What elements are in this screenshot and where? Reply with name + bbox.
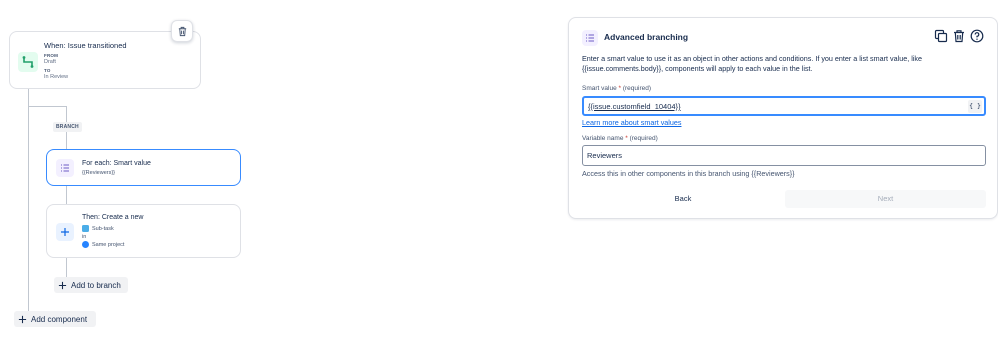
project-row: Same project bbox=[82, 241, 124, 248]
panel-title: Advanced branching bbox=[604, 32, 689, 42]
from-label: FROM bbox=[44, 53, 59, 58]
to-value: In Review bbox=[44, 74, 69, 80]
variable-name-input[interactable]: Reviewers bbox=[582, 145, 986, 166]
smart-value-label: Smart value * (required) bbox=[582, 85, 652, 92]
copy-icon bbox=[934, 29, 948, 43]
add-component-button[interactable]: Add component bbox=[14, 311, 96, 327]
connector-main bbox=[28, 89, 29, 313]
list-icon bbox=[56, 159, 74, 177]
delete-button[interactable] bbox=[952, 29, 966, 43]
help-button[interactable] bbox=[970, 29, 984, 43]
add-to-branch-label: Add to branch bbox=[71, 280, 121, 290]
required-text: (required) bbox=[622, 85, 652, 92]
connector-branch-h bbox=[28, 106, 66, 107]
plus-icon bbox=[56, 223, 74, 241]
panel-description: Enter a smart value to use it as an obje… bbox=[582, 54, 922, 73]
advanced-branching-panel: Advanced branching Enter a smart value t… bbox=[568, 17, 998, 219]
action-title: Then: Create a new bbox=[82, 214, 144, 221]
from-value: Draft bbox=[44, 59, 56, 65]
issue-type: Sub-task bbox=[92, 225, 114, 232]
next-button[interactable]: Next bbox=[785, 190, 986, 208]
required-text: (required) bbox=[629, 135, 658, 142]
transition-icon bbox=[18, 52, 38, 72]
issue-type-row: Sub-task bbox=[82, 225, 114, 232]
duplicate-button[interactable] bbox=[934, 29, 948, 43]
to-label: TO bbox=[44, 68, 51, 73]
foreach-value: {{Reviewers}} bbox=[82, 170, 116, 176]
branch-badge: BRANCH bbox=[53, 122, 82, 132]
project-icon bbox=[82, 241, 89, 248]
action-card[interactable]: Then: Create a new Sub-task in Same proj… bbox=[46, 204, 241, 258]
panel-toolbar bbox=[934, 29, 984, 43]
required-mark: * bbox=[618, 85, 622, 92]
subtask-icon bbox=[82, 225, 89, 232]
smart-value-input[interactable]: {{issue.customfield_10404}} { } bbox=[582, 96, 986, 116]
smart-value-picker-button[interactable]: { } bbox=[968, 100, 982, 113]
variable-name-label: Variable name * (required) bbox=[582, 135, 658, 142]
project-value: Same project bbox=[92, 241, 125, 248]
trash-icon bbox=[178, 26, 187, 37]
add-to-branch-button[interactable]: Add to branch bbox=[54, 277, 128, 293]
foreach-title: For each: Smart value bbox=[82, 160, 151, 167]
plus-icon bbox=[58, 281, 67, 289]
back-button[interactable]: Back bbox=[582, 190, 784, 208]
add-component-label: Add component bbox=[31, 314, 88, 324]
learn-more-link[interactable]: Learn more about smart values bbox=[582, 118, 681, 127]
required-mark: * bbox=[625, 135, 628, 142]
list-icon bbox=[582, 30, 598, 46]
trigger-title: When: Issue transitioned bbox=[44, 41, 127, 50]
plus-icon bbox=[18, 315, 27, 323]
variable-helper-text: Access this in other components in this … bbox=[582, 169, 795, 178]
delete-trigger-button[interactable] bbox=[171, 20, 193, 42]
help-icon bbox=[970, 29, 984, 43]
in-label: in bbox=[82, 234, 87, 240]
foreach-card[interactable]: For each: Smart value {{Reviewers}} bbox=[46, 149, 241, 186]
trash-icon bbox=[954, 30, 964, 43]
smart-value-text: {{issue.customfield_10404}} bbox=[588, 102, 681, 111]
